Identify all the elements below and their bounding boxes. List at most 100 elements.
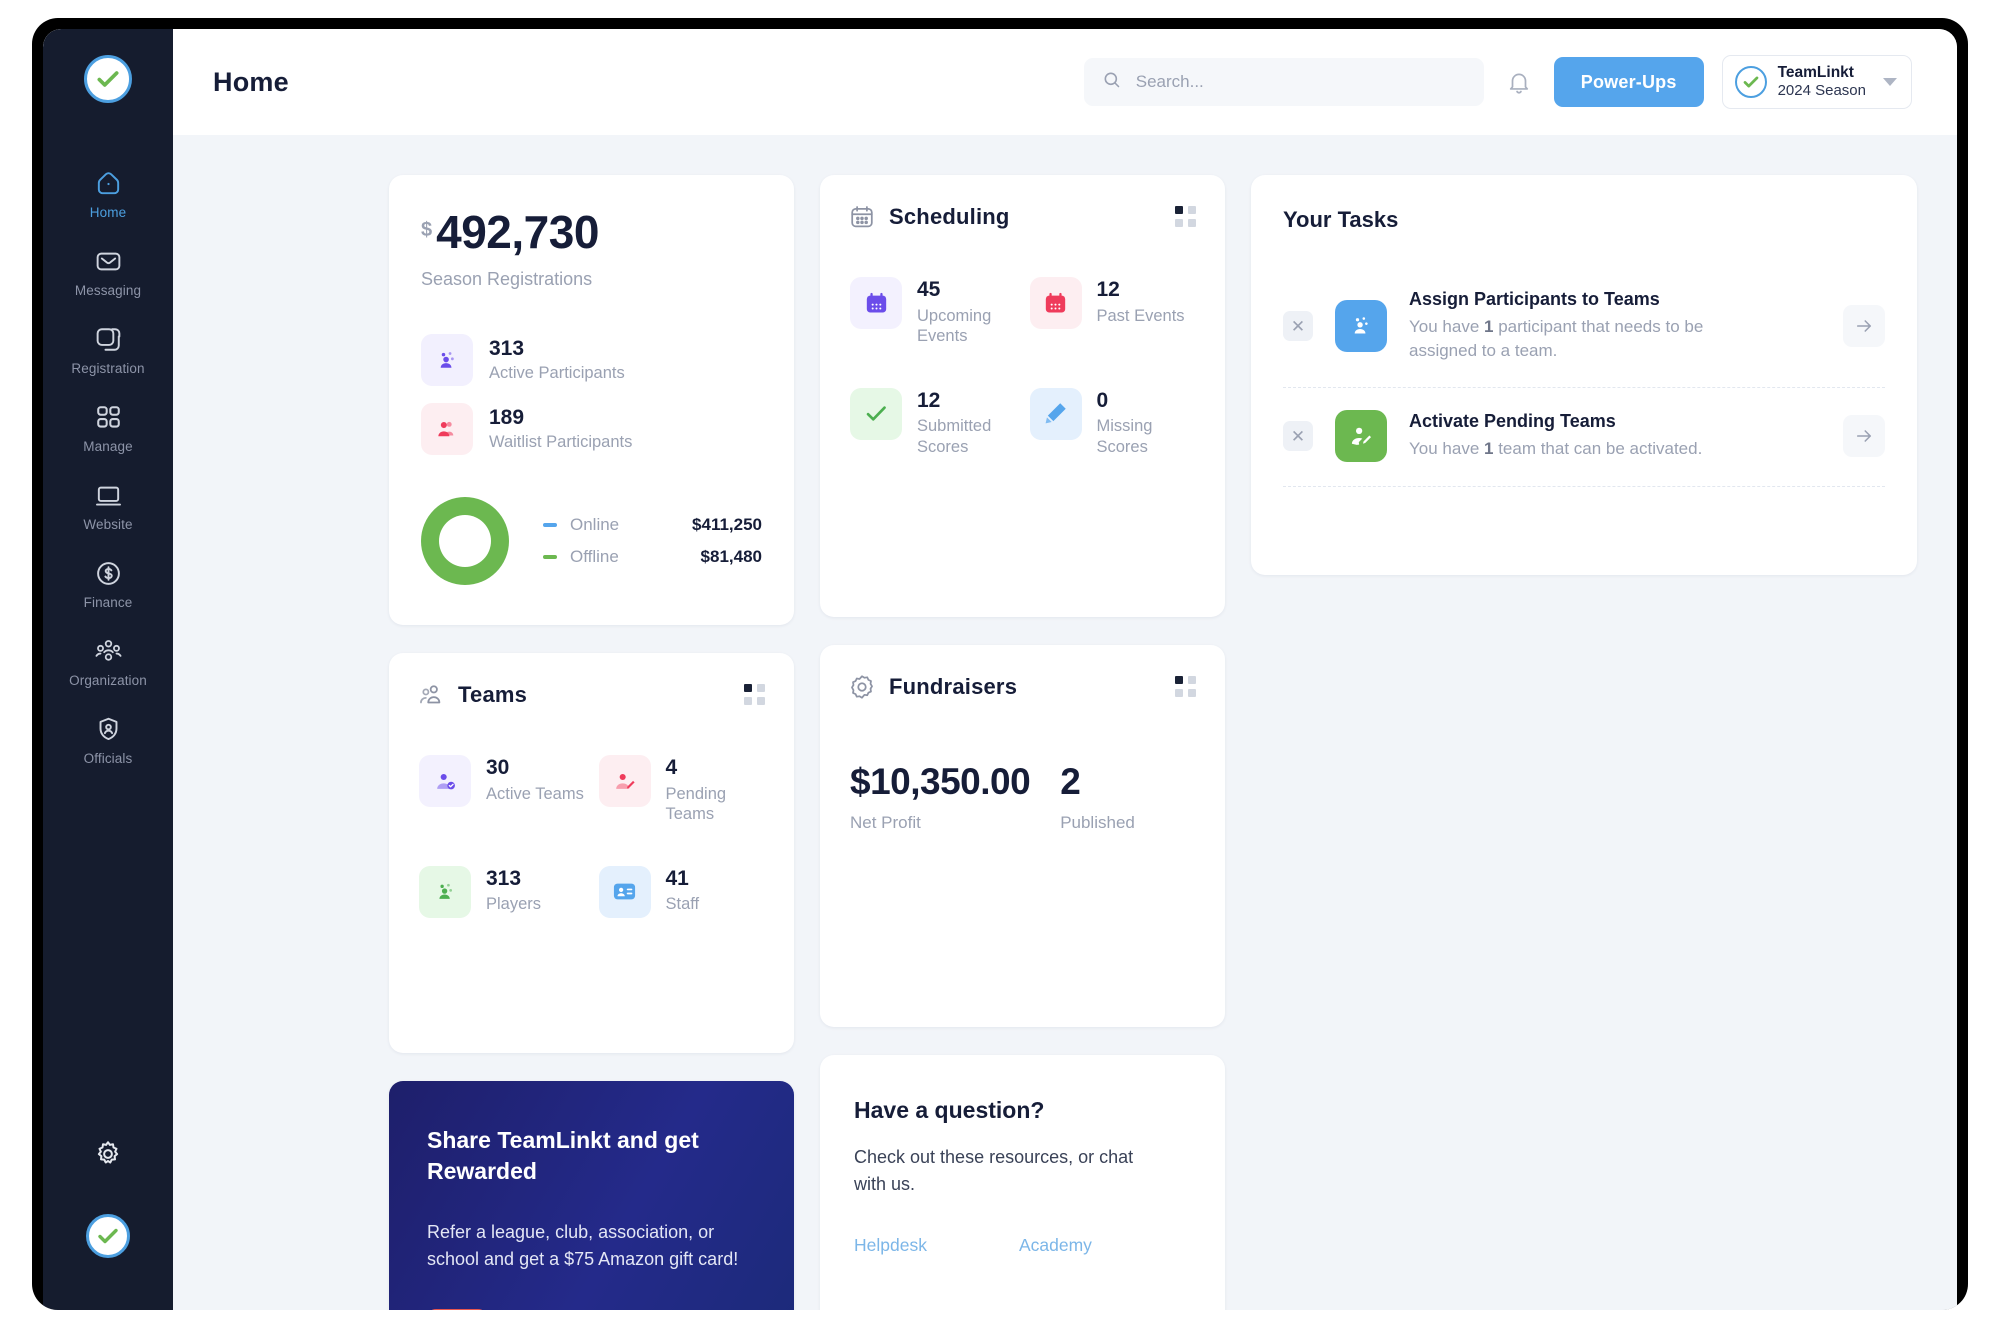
power-ups-button[interactable]: Power-Ups: [1553, 57, 1704, 107]
task-desc-after: team that can be activated.: [1493, 439, 1703, 459]
dashboard-column-right: Your Tasks ✕ Assign Participants to Team…: [1251, 175, 1917, 1310]
account-switcher[interactable]: TeamLinkt 2024 Season: [1721, 55, 1912, 109]
fundraisers-net-profit: $10,350.00 Net Profit: [850, 761, 1031, 833]
stat-value: 313: [489, 337, 525, 360]
drag-handle-icon[interactable]: [744, 684, 766, 706]
checkmark-badge-logo-icon[interactable]: [84, 55, 132, 103]
search-input[interactable]: [1135, 72, 1466, 92]
calendar-past-icon: [1029, 277, 1082, 329]
teams-card: Teams 30 Active Teams 4 Pending Teams 31…: [389, 653, 794, 1053]
close-icon[interactable]: ✕: [1283, 311, 1313, 342]
stat-label: Past Events: [1096, 306, 1185, 325]
stat-upcoming-events[interactable]: 45 Upcoming Events: [850, 277, 1016, 346]
dashboard-content: $ 492,730 Season Registrations 313 Activ…: [173, 135, 1957, 1310]
sidebar-item-website[interactable]: Website: [43, 467, 173, 545]
sidebar-item-registration[interactable]: Registration: [43, 311, 173, 389]
helpdesk-link[interactable]: Helpdesk: [854, 1235, 927, 1256]
task-desc-before: You have: [1409, 439, 1484, 459]
sidebar-item-home[interactable]: Home: [43, 155, 173, 233]
task-desc-before: You have: [1409, 317, 1484, 336]
arrow-right-icon[interactable]: [1843, 415, 1885, 458]
legend-item-online: Online $411,250: [543, 515, 762, 535]
drag-handle-icon[interactable]: [1175, 676, 1197, 698]
stat-staff[interactable]: 41 Staff: [598, 865, 765, 918]
pencil-icon: [1029, 387, 1082, 440]
task-name: Activate Pending Teams: [1409, 411, 1616, 432]
stat-value: 0: [1096, 388, 1109, 412]
currency-symbol: $: [421, 219, 433, 241]
sidebar-item-label: Officials: [83, 751, 133, 766]
stat-players[interactable]: 313 Players: [419, 865, 585, 918]
players-icon: [419, 865, 471, 918]
stat-value: 30: [486, 756, 510, 779]
topbar-actions: Power-Ups TeamLinkt 2024 Season: [1083, 55, 1912, 109]
stat-label: Submitted Scores: [917, 417, 992, 456]
task-name: Assign Participants to Teams: [1409, 289, 1660, 309]
legend-swatch: [543, 555, 557, 559]
stat-value: 313: [486, 866, 522, 890]
academy-link[interactable]: Academy: [1019, 1235, 1092, 1256]
sidebar-item-organization[interactable]: Organization: [43, 623, 173, 701]
task-row[interactable]: ✕ Assign Participants to Teams You have …: [1283, 267, 1885, 389]
app-screen: Home Messaging Registration Manage Websi…: [43, 29, 1957, 1310]
person-edit-icon: [598, 755, 651, 807]
sidebar-item-messaging[interactable]: Messaging: [43, 233, 173, 311]
stat-active-participants[interactable]: 313 Active Participants: [421, 334, 762, 386]
teams-card-header: Teams: [389, 653, 794, 709]
question-title: Have a question?: [854, 1097, 1045, 1123]
published-label: Published: [1060, 813, 1135, 832]
stat-submitted-scores[interactable]: 12 Submitted Scores: [850, 387, 1016, 457]
drag-handle-icon[interactable]: [1175, 206, 1197, 228]
fundraisers-published: 2 Published: [1060, 761, 1135, 833]
activate-teams-icon: [1335, 410, 1387, 463]
sidebar-item-finance[interactable]: Finance: [43, 545, 173, 623]
check-icon: [850, 387, 902, 440]
stat-value: 45: [917, 278, 941, 301]
sidebar-item-label: Organization: [69, 673, 147, 688]
bell-icon[interactable]: [1502, 65, 1536, 99]
search-box[interactable]: [1083, 58, 1484, 106]
stat-value: 189: [489, 406, 525, 429]
grid-squares-icon: [94, 403, 123, 432]
net-profit-value: $10,350.00: [850, 761, 1031, 802]
gear-icon[interactable]: [93, 1139, 123, 1169]
stat-missing-scores[interactable]: 0 Missing Scores: [1029, 387, 1196, 457]
arrow-right-icon[interactable]: [1843, 305, 1885, 348]
stat-past-events[interactable]: 12 Past Events: [1029, 277, 1196, 346]
calendar-upcoming-icon: [850, 277, 902, 329]
stat-label: Upcoming Events: [917, 306, 992, 345]
stat-value: 12: [917, 388, 941, 412]
page-title: Home: [213, 66, 289, 97]
task-description: You have 1 team that can be activated.: [1409, 437, 1719, 461]
stat-waitlist-participants[interactable]: 189 Waitlist Participants: [421, 403, 762, 455]
stat-active-teams[interactable]: 30 Active Teams: [419, 755, 585, 824]
task-row[interactable]: ✕ Activate Pending Teams You have 1 team…: [1283, 388, 1885, 488]
close-icon[interactable]: ✕: [1283, 421, 1313, 452]
legend-value: $81,480: [700, 547, 762, 566]
account-season: 2024 Season: [1777, 82, 1866, 100]
task-text: Assign Participants to Teams You have 1 …: [1409, 289, 1843, 363]
sidebar-item-manage[interactable]: Manage: [43, 389, 173, 467]
task-description: You have 1 participant that needs to be …: [1409, 315, 1719, 363]
your-tasks-card: Your Tasks ✕ Assign Participants to Team…: [1251, 175, 1917, 575]
sidebar-item-officials[interactable]: Officials: [43, 701, 173, 779]
scheduling-stats-grid: 45 Upcoming Events 12 Past Events 12 Sub…: [820, 231, 1225, 499]
task-text: Activate Pending Teams You have 1 team t…: [1409, 411, 1843, 461]
share-teamlinkt-card: Share TeamLinkt and get Rewarded Refer a…: [389, 1081, 794, 1310]
dollar-circle-icon: [94, 559, 123, 588]
registrations-donut-chart: Online $411,250 Offline $81,480: [421, 497, 762, 585]
avatar[interactable]: [86, 1214, 130, 1258]
share-body: Refer a league, club, association, or sc…: [427, 1221, 739, 1269]
legend-swatch: [543, 523, 557, 527]
calendar-icon: [848, 203, 876, 231]
share-refer-button[interactable]: [427, 1309, 487, 1310]
assign-participants-icon: [1335, 300, 1387, 353]
shield-person-icon: [94, 715, 123, 744]
stat-label: Missing Scores: [1096, 417, 1153, 456]
stat-pending-teams[interactable]: 4 Pending Teams: [598, 755, 765, 824]
donut-chart: [421, 497, 509, 585]
donut-hole: [439, 515, 491, 567]
stat-label: Players: [486, 895, 542, 914]
checkmark-badge-icon: [1734, 66, 1767, 98]
registrations-subtitle: Season Registrations: [421, 269, 593, 289]
